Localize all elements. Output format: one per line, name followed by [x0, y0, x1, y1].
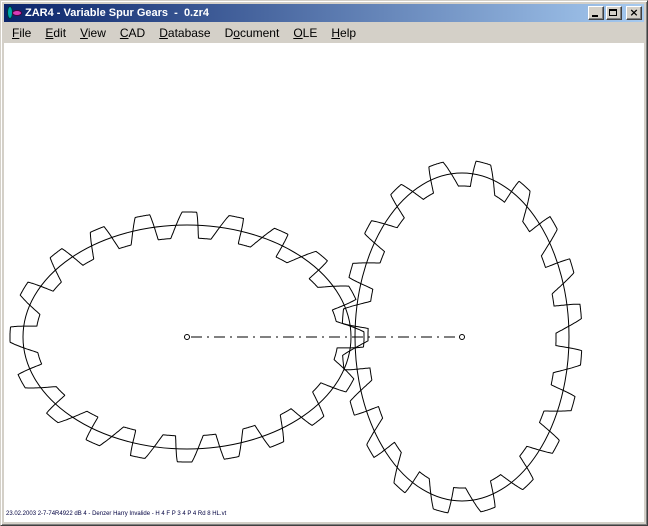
menu-item-cad[interactable]: CAD [113, 25, 152, 42]
app-icon-elliptical-gears[interactable] [6, 6, 22, 20]
window-title: ZAR4 - Variable Spur Gears - 0.zr4 [25, 4, 583, 22]
window-controls: × [586, 6, 642, 20]
menu-item-view[interactable]: View [73, 25, 113, 42]
menu-item-edit[interactable]: Edit [38, 25, 73, 42]
drawing-area: 23.02.2003 2-7-74R4922 dB 4 - Denzer Har… [4, 43, 644, 522]
menu-item-help[interactable]: Help [324, 25, 363, 42]
title-bar[interactable]: ZAR4 - Variable Spur Gears - 0.zr4 × [4, 4, 644, 22]
pitch-ellipse-left [23, 225, 351, 449]
menu-bar: File Edit View CAD Database Document OLE… [4, 24, 644, 43]
menu-item-file[interactable]: File [5, 25, 38, 42]
app-window: ZAR4 - Variable Spur Gears - 0.zr4 × Fil… [0, 0, 648, 526]
minimize-button[interactable] [588, 6, 604, 20]
maximize-icon [609, 9, 617, 16]
maximize-button[interactable] [606, 6, 622, 20]
gear-center-marker-right [460, 335, 465, 340]
close-button[interactable]: × [626, 6, 642, 20]
close-icon: × [627, 6, 641, 20]
menu-item-ole[interactable]: OLE [286, 25, 324, 42]
drawing-footer-text: 23.02.2003 2-7-74R4922 dB 4 - Denzer Har… [6, 511, 226, 518]
pitch-ellipse-right [355, 173, 569, 501]
magenta-ellipse-gear-icon [12, 10, 22, 16]
menu-item-document[interactable]: Document [218, 25, 287, 42]
menu-item-database[interactable]: Database [152, 25, 217, 42]
drawing-canvas [4, 43, 644, 522]
gear-center-marker-left [185, 335, 190, 340]
minimize-icon [592, 15, 598, 17]
